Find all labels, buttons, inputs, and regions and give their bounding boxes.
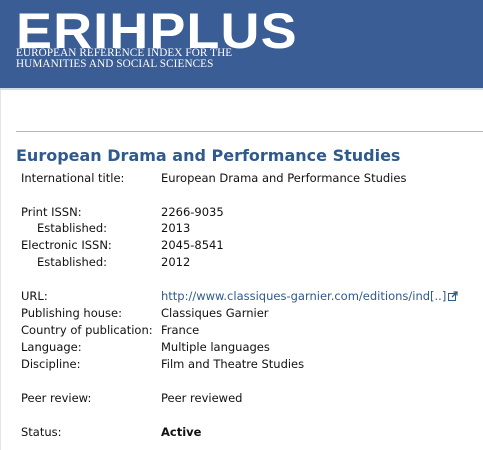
value-print-issn: 2266-9035 <box>161 205 224 219</box>
label-international-title: International title: <box>21 171 125 185</box>
label-status: Status: <box>21 425 62 439</box>
label-print-established: Established: <box>37 221 108 235</box>
url-link[interactable]: http://www.classiques-garnier.com/editio… <box>161 289 458 303</box>
label-discipline: Discipline: <box>21 357 81 371</box>
value-status: Active <box>161 425 202 439</box>
label-peer-review: Peer review: <box>21 391 92 405</box>
value-electronic-established: 2012 <box>161 255 191 269</box>
label-country: Country of publication: <box>21 323 153 337</box>
label-url: URL: <box>21 289 48 303</box>
value-language: Multiple languages <box>161 340 270 354</box>
value-electronic-issn: 2045-8541 <box>161 238 224 252</box>
site-header: ERIHPLUS EUROPEAN REFERENCE INDEX FOR TH… <box>0 0 483 88</box>
value-international-title: European Drama and Performance Studies <box>161 171 407 185</box>
label-language: Language: <box>21 340 82 354</box>
header-divider <box>0 88 483 90</box>
logo-subtitle: EUROPEAN REFERENCE INDEX FOR THE HUMANIT… <box>16 47 232 70</box>
value-publishing-house: Classiques Garnier <box>161 306 269 320</box>
value-print-established: 2013 <box>161 221 191 235</box>
value-country: France <box>161 323 200 337</box>
horizontal-rule <box>16 131 483 132</box>
label-publishing-house: Publishing house: <box>21 306 122 320</box>
content-border <box>0 90 1 450</box>
value-discipline: Film and Theatre Studies <box>161 357 305 371</box>
external-link-icon[interactable] <box>448 291 458 301</box>
label-electronic-issn: Electronic ISSN: <box>21 238 112 252</box>
value-peer-review: Peer reviewed <box>161 391 243 405</box>
label-print-issn: Print ISSN: <box>21 205 82 219</box>
label-electronic-established: Established: <box>37 255 108 269</box>
url-link-text[interactable]: http://www.classiques-garnier.com/editio… <box>161 289 446 303</box>
journal-title: European Drama and Performance Studies <box>16 146 401 165</box>
logo-subtitle-line-2: HUMANITIES AND SOCIAL SCIENCES <box>16 58 214 70</box>
